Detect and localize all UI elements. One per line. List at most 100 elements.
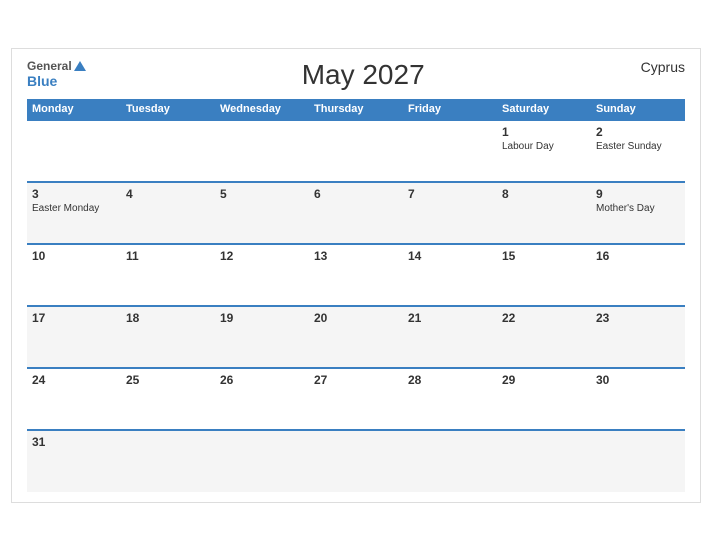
day-number: 11 — [126, 249, 210, 263]
day-cell: 15 — [497, 244, 591, 306]
day-cell: 27 — [309, 368, 403, 430]
day-number: 7 — [408, 187, 492, 201]
day-cell — [403, 430, 497, 492]
day-cell: 6 — [309, 182, 403, 244]
day-number: 10 — [32, 249, 116, 263]
day-cell — [121, 120, 215, 182]
day-cell: 7 — [403, 182, 497, 244]
col-tuesday: Tuesday — [121, 99, 215, 120]
day-number: 15 — [502, 249, 586, 263]
logo: General Blue — [27, 59, 86, 90]
day-cell: 29 — [497, 368, 591, 430]
day-number: 2 — [596, 125, 680, 139]
day-number: 30 — [596, 373, 680, 387]
col-saturday: Saturday — [497, 99, 591, 120]
day-number: 8 — [502, 187, 586, 201]
calendar-body: 1 Labour Day 2 Easter Sunday 3 Easter Monday 4… — [27, 120, 685, 492]
logo-triangle-icon — [74, 61, 86, 71]
day-cell: 26 — [215, 368, 309, 430]
day-cell — [497, 430, 591, 492]
day-cell — [309, 430, 403, 492]
day-cell: 17 — [27, 306, 121, 368]
calendar-table: Monday Tuesday Wednesday Thursday Friday… — [27, 99, 685, 492]
day-cell — [27, 120, 121, 182]
logo-blue-text: Blue — [27, 73, 86, 90]
day-event: Labour Day — [502, 141, 586, 152]
day-cell — [215, 430, 309, 492]
day-number: 24 — [32, 373, 116, 387]
calendar-header-row: Monday Tuesday Wednesday Thursday Friday… — [27, 99, 685, 120]
day-cell — [309, 120, 403, 182]
col-sunday: Sunday — [591, 99, 685, 120]
day-cell: 12 — [215, 244, 309, 306]
day-number: 12 — [220, 249, 304, 263]
day-cell: 23 — [591, 306, 685, 368]
day-cell — [591, 430, 685, 492]
day-cell: 1 Labour Day — [497, 120, 591, 182]
week-row-5: 24 25 26 27 28 29 30 — [27, 368, 685, 430]
day-number: 27 — [314, 373, 398, 387]
day-cell: 5 — [215, 182, 309, 244]
day-number: 19 — [220, 311, 304, 325]
day-number: 6 — [314, 187, 398, 201]
day-cell: 20 — [309, 306, 403, 368]
day-number: 4 — [126, 187, 210, 201]
day-cell: 14 — [403, 244, 497, 306]
day-number: 13 — [314, 249, 398, 263]
day-number: 17 — [32, 311, 116, 325]
day-cell: 31 — [27, 430, 121, 492]
day-number: 23 — [596, 311, 680, 325]
col-thursday: Thursday — [309, 99, 403, 120]
day-number: 9 — [596, 187, 680, 201]
day-number: 3 — [32, 187, 116, 201]
col-wednesday: Wednesday — [215, 99, 309, 120]
day-number: 14 — [408, 249, 492, 263]
day-number: 25 — [126, 373, 210, 387]
day-cell: 10 — [27, 244, 121, 306]
day-number: 5 — [220, 187, 304, 201]
country-label: Cyprus — [641, 59, 685, 75]
day-cell — [403, 120, 497, 182]
day-number: 21 — [408, 311, 492, 325]
col-monday: Monday — [27, 99, 121, 120]
day-cell: 8 — [497, 182, 591, 244]
day-cell: 18 — [121, 306, 215, 368]
day-number: 1 — [502, 125, 586, 139]
day-cell: 11 — [121, 244, 215, 306]
day-cell: 21 — [403, 306, 497, 368]
day-number: 18 — [126, 311, 210, 325]
calendar: General Blue May 2027 Cyprus Monday Tues… — [11, 48, 701, 503]
day-cell: 30 — [591, 368, 685, 430]
day-cell: 13 — [309, 244, 403, 306]
day-cell: 28 — [403, 368, 497, 430]
day-event: Easter Monday — [32, 203, 116, 214]
day-number: 31 — [32, 435, 116, 449]
logo-general-text: General — [27, 59, 72, 73]
week-row-4: 17 18 19 20 21 22 23 — [27, 306, 685, 368]
day-cell — [215, 120, 309, 182]
day-number: 20 — [314, 311, 398, 325]
day-event: Easter Sunday — [596, 141, 680, 152]
day-number: 22 — [502, 311, 586, 325]
day-number: 29 — [502, 373, 586, 387]
day-cell: 22 — [497, 306, 591, 368]
day-cell: 19 — [215, 306, 309, 368]
day-number: 16 — [596, 249, 680, 263]
month-title: May 2027 — [86, 59, 641, 91]
day-number: 26 — [220, 373, 304, 387]
day-cell: 4 — [121, 182, 215, 244]
calendar-header: General Blue May 2027 Cyprus — [27, 59, 685, 91]
col-friday: Friday — [403, 99, 497, 120]
day-event: Mother's Day — [596, 203, 680, 214]
day-cell: 9 Mother's Day — [591, 182, 685, 244]
day-cell: 2 Easter Sunday — [591, 120, 685, 182]
week-row-2: 3 Easter Monday 456789 Mother's Day — [27, 182, 685, 244]
week-row-1: 1 Labour Day 2 Easter Sunday — [27, 120, 685, 182]
day-cell: 24 — [27, 368, 121, 430]
week-row-3: 10 11 12 13 14 15 16 — [27, 244, 685, 306]
day-number: 28 — [408, 373, 492, 387]
day-cell: 16 — [591, 244, 685, 306]
day-cell — [121, 430, 215, 492]
week-row-6: 31 — [27, 430, 685, 492]
day-cell: 25 — [121, 368, 215, 430]
